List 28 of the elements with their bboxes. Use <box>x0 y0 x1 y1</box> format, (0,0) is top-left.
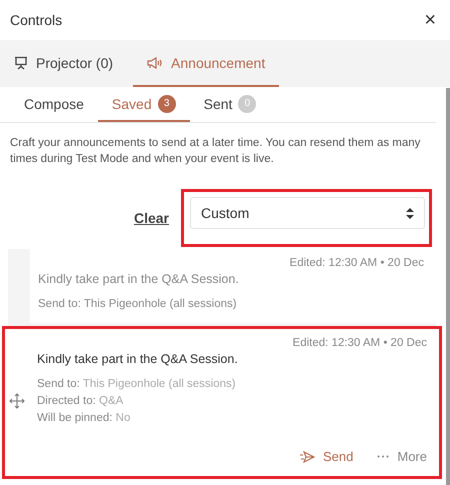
tab[interactable]: Announcement <box>133 40 280 87</box>
more-button[interactable]: More <box>377 449 427 464</box>
sort-arrows-icon <box>406 208 414 218</box>
detail-line: Send to: This Pigeonhole (all sessions) <box>37 377 237 392</box>
send-icon <box>300 450 315 462</box>
tab[interactable]: Projector (0) <box>10 40 122 87</box>
announcement-message: Kindly take part in the Q&A Session. <box>37 352 239 366</box>
move-icon[interactable] <box>9 393 25 409</box>
scrollbar[interactable] <box>446 88 450 485</box>
more-icon <box>377 455 390 458</box>
announcement-message: Kindly take part in the Q&A Session. <box>38 272 240 286</box>
projector-icon <box>14 56 28 70</box>
edited-time: Edited: 12:30 AM • 20 Dec <box>288 257 424 269</box>
filter-dropdown[interactable]: Custom <box>190 197 425 229</box>
announcement-card[interactable]: Edited: 12:30 AM • 20 Dec Kindly take part in the Q&A Session. Send to: This Pigeonhole (all sessions) Directed to: Q&A Will be pinned: No Send More <box>5 329 439 476</box>
panel-title: Controls <box>10 12 62 28</box>
detail-line: Send to: This Pigeonhole (all sessions) <box>38 297 238 312</box>
send-button[interactable]: Send <box>300 449 354 464</box>
subtab[interactable]: Saved 3 <box>98 87 190 122</box>
description-text: Craft your announcements to send at a later time. You can resend them as many times during Test Mode and when your event is live. <box>9 136 422 167</box>
count-badge: 3 <box>158 94 176 112</box>
close-button[interactable]: × <box>422 8 438 32</box>
megaphone-icon <box>147 56 164 68</box>
detail-line: Will be pinned: No <box>37 411 132 426</box>
clear-link[interactable]: Clear <box>134 210 169 226</box>
edited-time: Edited: 12:30 AM • 20 Dec <box>292 337 427 349</box>
detail-line: Directed to: Q&A <box>37 394 124 409</box>
subtab[interactable]: Compose <box>10 87 98 122</box>
